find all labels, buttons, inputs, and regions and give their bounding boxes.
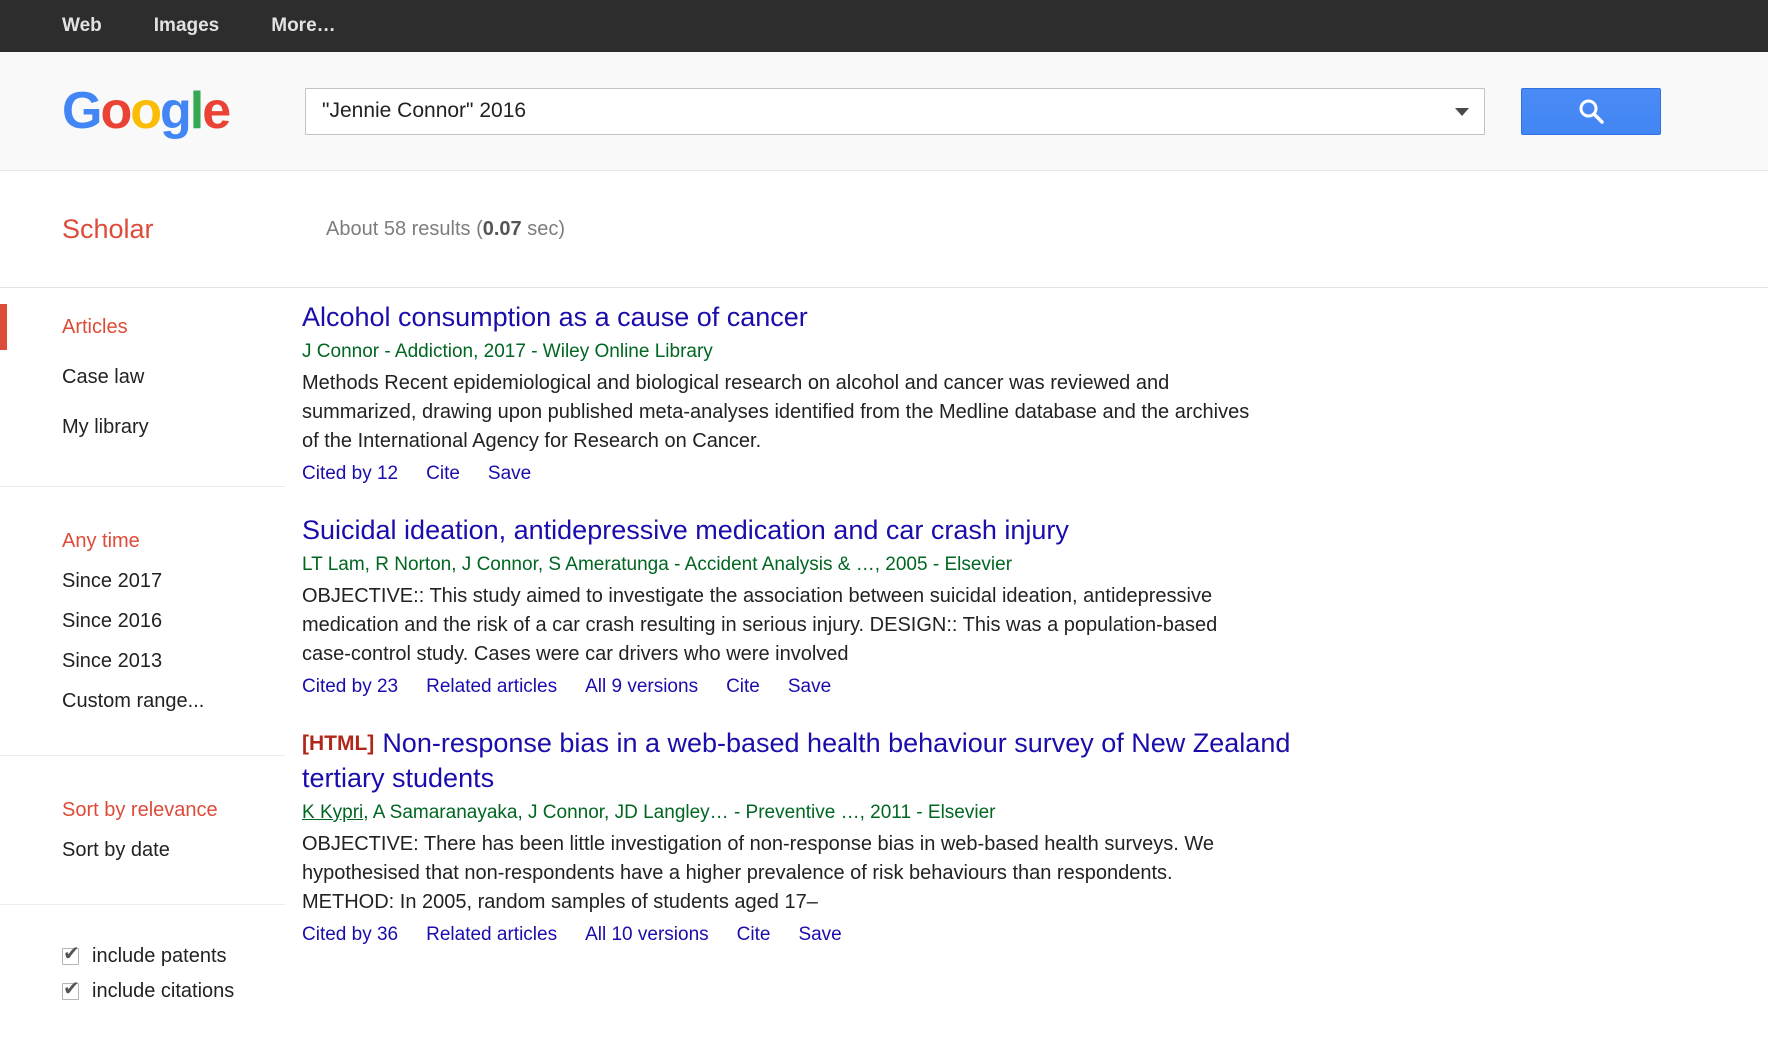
result-title-link[interactable]: Suicidal ideation, antidepressive medica… [302, 515, 1069, 545]
result-actions: Cited by 23 Related articles All 9 versi… [302, 674, 1307, 700]
result-title-link[interactable]: Alcohol consumption as a cause of cancer [302, 302, 808, 332]
stats-prefix: About 58 results ( [326, 218, 483, 240]
include-patents-option[interactable]: ✔ include patents [0, 939, 302, 974]
logo-letter: G [62, 82, 100, 140]
include-citations-option[interactable]: ✔ include citations [0, 974, 302, 1009]
search-box [305, 88, 1485, 135]
stats-suffix: sec) [522, 218, 565, 240]
sidebar-item-since-2017[interactable]: Since 2017 [0, 561, 302, 601]
save-link[interactable]: Save [488, 461, 531, 487]
result-title: Suicidal ideation, antidepressive medica… [302, 513, 1307, 547]
save-link[interactable]: Save [798, 922, 841, 948]
stats-time: 0.07 [483, 218, 522, 240]
time-filters: Any time Since 2017 Since 2016 Since 201… [0, 521, 302, 721]
author-profile-link[interactable]: K Kypri [302, 802, 363, 823]
result-meta: LT Lam, R Norton, J Connor, S Ameratunga… [302, 552, 1307, 578]
sidebar-divider [0, 486, 285, 487]
save-link[interactable]: Save [788, 674, 831, 700]
check-mark-icon: ✔ [63, 941, 80, 966]
all-versions-link[interactable]: All 10 versions [585, 922, 709, 948]
related-articles-link[interactable]: Related articles [426, 922, 557, 948]
sidebar-item-articles[interactable]: Articles [0, 302, 302, 352]
sidebar-item-case-law[interactable]: Case law [0, 352, 302, 402]
related-articles-link[interactable]: Related articles [426, 674, 557, 700]
topnav-web-link[interactable]: Web [62, 15, 102, 37]
cited-by-link[interactable]: Cited by 12 [302, 461, 398, 487]
content: Articles Case law My library Any time Si… [0, 288, 1768, 1009]
stats-bar: Scholar About 58 results (0.07 sec) [0, 171, 1768, 288]
include-filters: ✔ include patents ✔ include citations [0, 939, 302, 1009]
results-list: Alcohol consumption as a cause of cancer… [302, 288, 1307, 974]
sidebar-divider [0, 904, 285, 905]
search-button[interactable] [1521, 88, 1661, 135]
sidebar: Articles Case law My library Any time Si… [0, 288, 302, 1009]
sidebar-item-since-2016[interactable]: Since 2016 [0, 601, 302, 641]
result-title-link[interactable]: Non-response bias in a web-based health … [302, 728, 1290, 793]
include-patents-label: include patents [92, 945, 227, 968]
search-icon [1577, 97, 1605, 125]
check-mark-icon: ✔ [63, 976, 80, 1001]
search-header: Google [0, 52, 1768, 171]
sidebar-item-any-time[interactable]: Any time [0, 521, 302, 561]
result-meta: K Kypri, A Samaranayaka, J Connor, JD La… [302, 800, 1307, 826]
logo-letter: l [190, 82, 202, 140]
checkbox-checked-icon[interactable]: ✔ [62, 983, 79, 1000]
result-actions: Cited by 12 Cite Save [302, 461, 1307, 487]
logo-letter: g [160, 82, 190, 140]
top-navigation: Web Images More… [0, 0, 1768, 52]
results-stats: About 58 results (0.07 sec) [283, 218, 565, 241]
search-options-arrow-icon[interactable] [1455, 108, 1469, 116]
cite-link[interactable]: Cite [737, 922, 771, 948]
search-result: Suicidal ideation, antidepressive medica… [302, 513, 1307, 700]
html-format-tag: [HTML] [302, 732, 374, 755]
cited-by-link[interactable]: Cited by 23 [302, 674, 398, 700]
doc-type-filters: Articles Case law My library [0, 302, 302, 452]
logo-letter: e [202, 82, 229, 140]
sidebar-item-sort-relevance[interactable]: Sort by relevance [0, 790, 302, 830]
result-actions: Cited by 36 Related articles All 10 vers… [302, 922, 1307, 948]
sort-options: Sort by relevance Sort by date [0, 790, 302, 870]
result-snippet: Methods Recent epidemiological and biolo… [302, 369, 1252, 456]
all-versions-link[interactable]: All 9 versions [585, 674, 698, 700]
sidebar-item-custom-range[interactable]: Custom range... [0, 681, 302, 721]
search-result: Alcohol consumption as a cause of cancer… [302, 300, 1307, 487]
cite-link[interactable]: Cite [726, 674, 760, 700]
result-meta-text: , A Samaranayaka, J Connor, JD Langley… … [363, 802, 995, 823]
result-title: Alcohol consumption as a cause of cancer [302, 300, 1307, 334]
result-snippet: OBJECTIVE: There has been little investi… [302, 830, 1252, 917]
sidebar-item-since-2013[interactable]: Since 2013 [0, 641, 302, 681]
sidebar-divider [0, 755, 285, 756]
result-title: [HTML]Non-response bias in a web-based h… [302, 726, 1307, 795]
logo-letter: o [100, 82, 130, 140]
result-meta: J Connor - Addiction, 2017 - Wiley Onlin… [302, 339, 1307, 365]
scholar-label: Scholar [0, 214, 283, 245]
sidebar-item-my-library[interactable]: My library [0, 402, 302, 452]
google-logo[interactable]: Google [62, 81, 305, 141]
topnav-more-link[interactable]: More… [271, 15, 335, 37]
search-input[interactable] [305, 88, 1485, 135]
cite-link[interactable]: Cite [426, 461, 460, 487]
result-snippet: OBJECTIVE:: This study aimed to investig… [302, 582, 1252, 669]
topnav-images-link[interactable]: Images [154, 15, 219, 37]
logo-letter: o [130, 82, 160, 140]
sidebar-item-sort-date[interactable]: Sort by date [0, 830, 302, 870]
include-citations-label: include citations [92, 980, 234, 1003]
cited-by-link[interactable]: Cited by 36 [302, 922, 398, 948]
checkbox-checked-icon[interactable]: ✔ [62, 948, 79, 965]
search-result: [HTML]Non-response bias in a web-based h… [302, 726, 1307, 948]
